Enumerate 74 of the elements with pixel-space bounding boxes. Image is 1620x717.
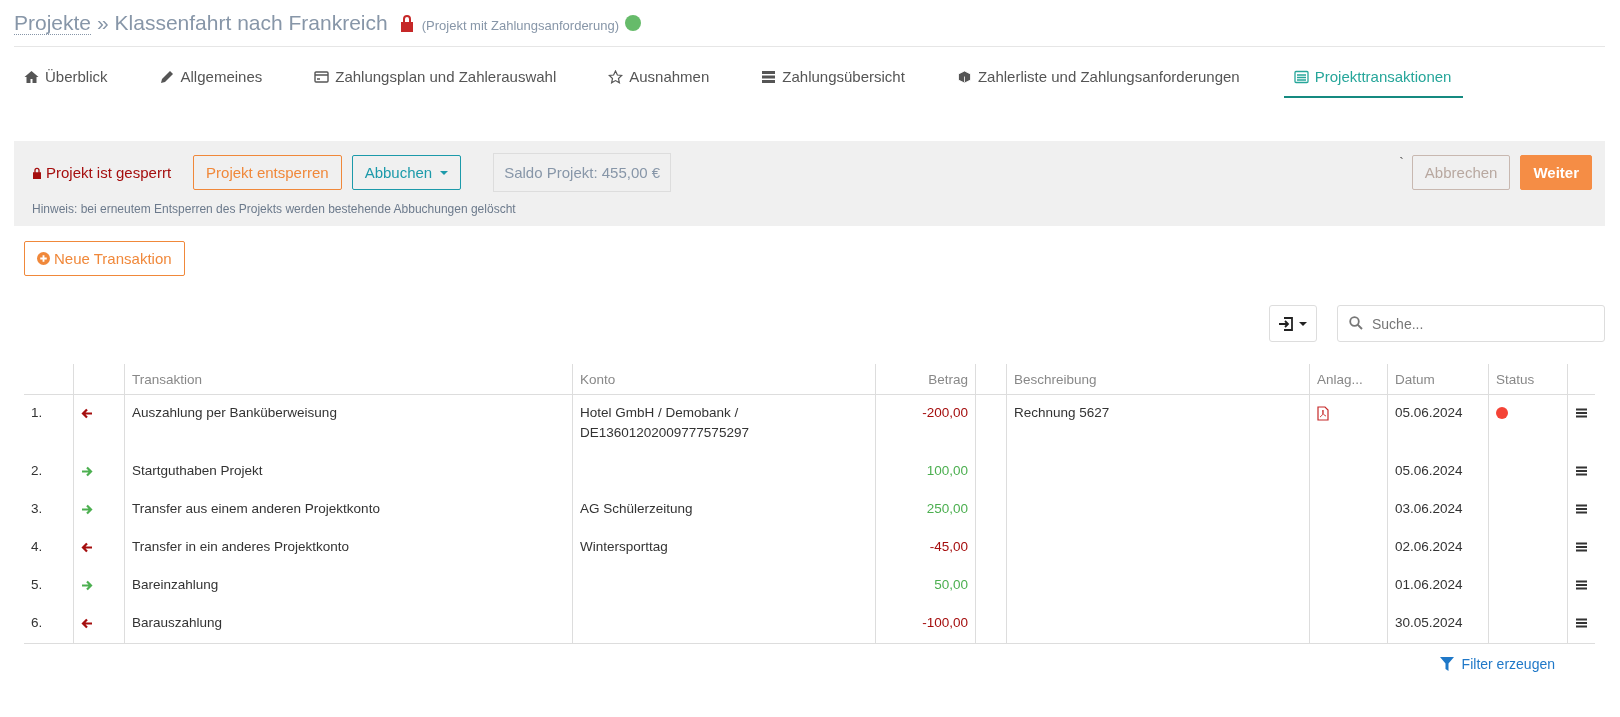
funnel-icon [1439, 657, 1454, 671]
home-icon [24, 69, 39, 84]
menu-icon[interactable] [1576, 504, 1587, 515]
transaction-name: Auszahlung per Banküberweisung [132, 405, 337, 420]
stray-mark: ` [1399, 155, 1404, 171]
column-header: Anlag... [1309, 364, 1388, 395]
amount: 250,00 [926, 501, 968, 516]
description-text: Rechnung 5627 [1014, 405, 1110, 420]
plus-circle-icon [37, 252, 50, 265]
date-text: 03.06.2024 [1395, 501, 1463, 516]
transaction-name: Transfer aus einem anderen Projektkonto [132, 501, 380, 516]
row-number: 4. [31, 539, 43, 554]
column-header: Beschreibung [1006, 364, 1310, 395]
row-number: 2. [31, 463, 43, 478]
filter-link[interactable]: Filter erzeugen [1439, 656, 1555, 672]
lock-icon [32, 166, 42, 179]
list-icon [1293, 69, 1309, 84]
account-text: Hotel GmbH / Demobank / DE13601202009777575297 [580, 404, 750, 442]
new-transaction-button[interactable]: Neue Transaktion [24, 241, 185, 276]
tab[interactable]: Zahlerliste und Zahlungsanforderungen [956, 59, 1240, 98]
menu-icon[interactable] [1576, 466, 1587, 477]
project-subtitle: (Projekt mit Zahlungsanforderung) [421, 18, 619, 33]
date-text: 05.06.2024 [1395, 405, 1463, 420]
pencil-icon [159, 69, 175, 84]
next-button[interactable]: Weiter [1520, 155, 1592, 190]
amount: -100,00 [922, 615, 968, 630]
hint-text: Hinweis: bei erneutem Entsperren des Projekts werden bestehende Abbuchungen gelöscht [32, 202, 517, 216]
menu-icon[interactable] [1576, 542, 1587, 553]
column-header: Transaktion [124, 364, 573, 395]
row-number: 6. [31, 615, 43, 630]
star-icon [608, 69, 624, 84]
column-header: Status [1488, 364, 1568, 395]
row-number: 5. [31, 577, 43, 592]
tab[interactable]: Projekttransaktionen [1283, 59, 1464, 98]
search-field[interactable]: Suche... [1337, 305, 1605, 342]
amount: 50,00 [934, 577, 968, 592]
amount: -200,00 [922, 405, 968, 420]
book-dropdown-button[interactable]: Abbuchen [351, 155, 462, 190]
export-icon [1279, 315, 1293, 332]
date-text: 02.06.2024 [1395, 539, 1463, 554]
export-dropdown-button[interactable] [1269, 305, 1317, 342]
tab[interactable]: Zahlungsübersicht [761, 59, 905, 98]
breadcrumb-link[interactable]: Projekte [14, 11, 92, 35]
search-icon [1349, 316, 1363, 330]
column-header: Betrag [875, 364, 976, 395]
menu-icon[interactable] [1576, 580, 1587, 591]
transaction-name: Startguthaben Projekt [132, 463, 263, 478]
tab[interactable]: Zahlungsplan und Zahlerauswahl [314, 59, 557, 98]
transaction-name: Barauszahlung [132, 615, 223, 630]
tab[interactable]: Allgemeines [159, 59, 263, 98]
transaction-name: Bareinzahlung [132, 577, 219, 592]
pdf-file-icon[interactable] [1317, 405, 1329, 421]
account-text: Wintersporttag [580, 538, 669, 556]
lock-status-text: Projekt ist gesperrt [46, 164, 172, 181]
date-text: 01.06.2024 [1395, 577, 1463, 592]
credit-card-icon [314, 69, 330, 84]
cube-icon [956, 69, 972, 84]
column-header: Datum [1387, 364, 1489, 395]
date-text: 30.05.2024 [1395, 615, 1463, 630]
tab[interactable]: Ausnahmen [608, 59, 710, 98]
row-number: 1. [31, 405, 43, 420]
menu-icon[interactable] [1576, 618, 1587, 629]
balance-display: Saldo Projekt: 455,00 € [493, 153, 672, 192]
project-title: » Klassenfahrt nach Frankreich [97, 11, 388, 35]
menu-icon[interactable] [1576, 408, 1587, 419]
column-header: Konto [572, 364, 876, 395]
date-text: 05.06.2024 [1395, 463, 1463, 478]
row-number: 3. [31, 501, 43, 516]
transaction-name: Transfer in ein anderes Projektkonto [132, 539, 350, 554]
amount: 100,00 [926, 463, 968, 478]
account-text: AG Schülerzeitung [580, 500, 694, 518]
tab[interactable]: Überblick [24, 59, 108, 98]
amount: -45,00 [929, 539, 968, 554]
server-icon [761, 69, 777, 84]
